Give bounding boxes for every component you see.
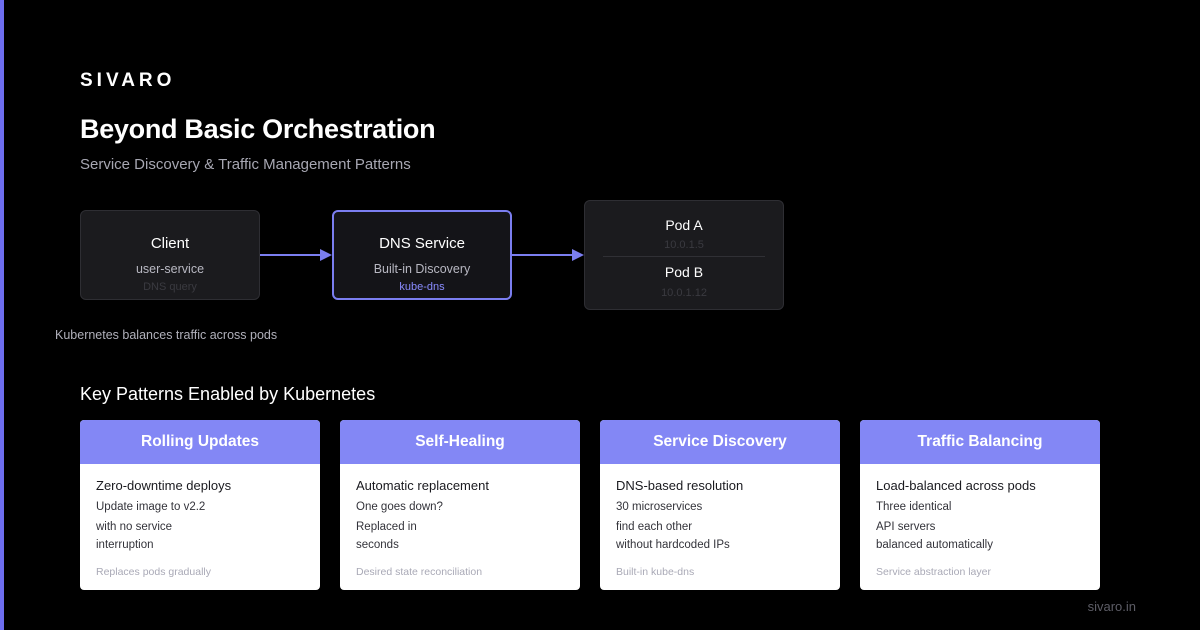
- card-line: Update image to v2.2: [96, 501, 206, 513]
- card-footnote: Desired state reconciliation: [356, 566, 483, 578]
- pod-b-name: Pod B: [664, 264, 704, 280]
- card-footnote: Service abstraction layer: [876, 566, 991, 578]
- pod-b-ip: 10.0.1.12: [661, 287, 707, 299]
- dns-node-sub: Built-in Discovery: [373, 262, 471, 276]
- dns-service-node: DNS Service Built-in Discovery kube-dns: [332, 210, 512, 300]
- card-line: API servers: [876, 521, 936, 533]
- card-line: without hardcoded IPs: [616, 539, 730, 551]
- card-lead: Zero-downtime deploys: [96, 478, 232, 493]
- pod-a-ip: 10.0.1.5: [664, 239, 704, 251]
- accent-bar: [0, 0, 4, 630]
- dns-node-name: DNS Service: [379, 235, 465, 252]
- pods-node: Pod A 10.0.1.5 Pod B 10.0.1.12: [584, 200, 784, 310]
- section-title: Key Patterns Enabled by Kubernetes: [80, 384, 376, 404]
- client-node: Client user-service DNS query: [80, 210, 260, 300]
- card-self-healing: Self-Healing Automatic replacement One g…: [340, 420, 580, 590]
- card-rolling-updates: Rolling Updates Zero-downtime deploys Up…: [80, 420, 320, 590]
- card-title: Self-Healing: [340, 420, 580, 464]
- page-title: Beyond Basic Orchestration: [80, 114, 436, 144]
- card-line: find each other: [616, 521, 693, 533]
- card-lead: DNS-based resolution: [616, 478, 744, 493]
- dns-node-note: kube-dns: [399, 281, 445, 293]
- client-node-name: Client: [150, 235, 190, 252]
- page-subtitle: Service Discovery & Traffic Management P…: [80, 156, 411, 173]
- card-title: Rolling Updates: [80, 420, 320, 464]
- card-lead: Load-balanced across pods: [876, 478, 1036, 493]
- pod-a-name: Pod A: [665, 217, 703, 233]
- card-footnote: Built-in kube-dns: [616, 566, 695, 578]
- card-line: with no service: [96, 521, 173, 533]
- client-node-sub: user-service: [135, 262, 205, 276]
- card-title: Service Discovery: [600, 420, 840, 464]
- card-line: balanced automatically: [876, 539, 993, 551]
- card-lead: Automatic replacement: [356, 478, 489, 493]
- card-traffic-balancing: Traffic Balancing Load-balanced across p…: [860, 420, 1100, 590]
- card-line: One goes down?: [356, 501, 443, 513]
- card-line: seconds: [356, 539, 399, 551]
- client-node-note: DNS query: [143, 281, 197, 293]
- brand-logo: SIVARO: [80, 70, 176, 91]
- footer-url: sivaro.in: [1087, 599, 1136, 614]
- card-line: 30 microservices: [616, 501, 703, 513]
- card-footnote: Replaces pods gradually: [96, 566, 211, 578]
- pod-divider: [603, 256, 765, 257]
- card-line: Three identical: [876, 501, 952, 513]
- arrow-dns-to-pods: [512, 249, 584, 261]
- arrow-client-to-dns: [260, 249, 332, 261]
- diagram-caption: Kubernetes balances traffic across pods: [55, 328, 278, 342]
- card-line: interruption: [96, 539, 154, 551]
- card-service-discovery: Service Discovery DNS-based resolution 3…: [600, 420, 840, 590]
- card-line: Replaced in: [356, 521, 417, 533]
- card-title: Traffic Balancing: [860, 420, 1100, 464]
